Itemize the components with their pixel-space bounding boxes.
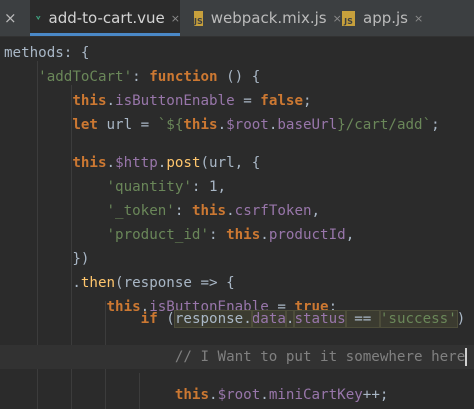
code-token: this xyxy=(191,203,227,219)
code-token: ( xyxy=(157,311,175,327)
tab-label: webpack.mix.js xyxy=(210,9,327,27)
code-line[interactable]: 'product_id': this.productId, xyxy=(0,223,474,247)
code-line[interactable]: let url = `${this.$root.baseUrl}/cart/ad… xyxy=(0,113,474,137)
code-token: post xyxy=(166,155,201,171)
code-token: false xyxy=(260,93,303,109)
js-icon: JS xyxy=(342,10,355,26)
code-token: this xyxy=(174,387,210,403)
code-token: ; xyxy=(431,117,440,133)
code-token: isButtonEnable xyxy=(115,93,235,109)
code-token: methods: { xyxy=(4,45,90,61)
code-token: this xyxy=(72,155,107,171)
code-token: . xyxy=(226,203,235,219)
code-token: data xyxy=(250,310,287,328)
code-token: ++; xyxy=(362,387,389,403)
code-token: . xyxy=(106,155,116,171)
code-token: $http xyxy=(115,155,158,171)
vue-icon xyxy=(36,15,41,21)
code-token: = xyxy=(234,93,261,109)
code-token: status xyxy=(293,310,347,328)
code-token: csrfToken xyxy=(234,203,312,219)
tab-add-to-cart-vue[interactable]: add-to-cart.vue × xyxy=(30,0,180,36)
code-line[interactable]: '_token': this.csrfToken, xyxy=(0,199,474,223)
code-line[interactable]: }) xyxy=(0,247,474,271)
code-token: this xyxy=(183,117,218,133)
tab-close-icon[interactable]: × xyxy=(171,12,180,25)
code-token: productId xyxy=(268,227,346,243)
code-line[interactable]: methods: { xyxy=(0,41,474,65)
tab-close-icon[interactable]: × xyxy=(414,12,423,25)
code-token: . xyxy=(260,227,269,243)
tab-webpack-mix-js[interactable]: JS webpack.mix.js × xyxy=(190,0,342,36)
code-token: == xyxy=(344,310,381,328)
code-token: . xyxy=(106,93,116,109)
code-token: url = xyxy=(97,117,158,133)
js-icon: JS xyxy=(194,10,203,26)
code-token: then xyxy=(80,275,116,291)
code-token: (response => { xyxy=(115,275,235,291)
active-tab-indicator xyxy=(30,33,180,36)
code-token: , xyxy=(311,203,321,219)
tab-label: app.js xyxy=(363,9,408,27)
code-token: 'product_id' xyxy=(106,227,210,243)
code-token: if xyxy=(140,311,158,327)
code-token: : xyxy=(209,227,227,243)
code-token: response. xyxy=(173,310,253,328)
tab-label: add-to-cart.vue xyxy=(48,9,165,27)
code-token: baseUrl xyxy=(277,117,338,133)
editor-tab-bar: × add-to-cart.vue × JS webpack.mix.js × … xyxy=(0,0,474,37)
code-token: . xyxy=(209,387,218,403)
code-token: `${ xyxy=(157,117,184,133)
code-line[interactable]: if (response.data.status == 'success') { xyxy=(0,307,474,331)
code-token: ; xyxy=(303,93,312,109)
code-token: '_token' xyxy=(106,203,175,219)
code-line[interactable]: this.isButtonEnable = false; xyxy=(0,89,474,113)
text-caret xyxy=(465,348,468,366)
code-token: miniCartKey xyxy=(268,387,363,403)
code-token: . xyxy=(4,275,81,291)
code-token: : 1, xyxy=(191,179,227,195)
code-token: $root xyxy=(226,117,269,133)
code-token: 'success' xyxy=(378,310,458,328)
code-token: this xyxy=(72,93,107,109)
code-token: . xyxy=(217,117,227,133)
code-line[interactable]: 'quantity': 1, xyxy=(0,175,474,199)
code-line[interactable]: // I Want to put it somewhere here xyxy=(0,345,474,369)
code-token: : xyxy=(132,69,150,85)
code-token: ) { xyxy=(456,311,474,327)
code-token: }/cart/add` xyxy=(337,117,432,133)
code-editor[interactable]: methods: { 'addToCart': function () { th… xyxy=(0,37,474,409)
code-line[interactable]: .then(response => { xyxy=(0,271,474,295)
code-token: , xyxy=(345,227,355,243)
code-token: (url, { xyxy=(200,155,261,171)
code-line[interactable]: 'addToCart': function () { xyxy=(0,65,474,89)
code-token: let xyxy=(72,117,98,133)
code-token: . xyxy=(260,387,269,403)
code-token: function xyxy=(149,69,218,85)
tab-app-js[interactable]: JS app.js × xyxy=(338,0,438,36)
code-token: 'addToCart' xyxy=(38,69,133,85)
tab-previous-partial[interactable]: × xyxy=(0,0,22,36)
code-token: : xyxy=(174,203,192,219)
code-token: // I Want to put it somewhere here xyxy=(174,349,466,365)
code-token: () { xyxy=(217,69,261,85)
code-token: 'quantity' xyxy=(106,179,192,195)
code-token: $root xyxy=(217,387,261,403)
code-line[interactable]: this.$root.miniCartKey++; xyxy=(0,383,474,407)
code-line[interactable]: this.$http.post(url, { xyxy=(0,151,474,175)
code-token: }) xyxy=(4,251,90,267)
code-token: this xyxy=(226,227,261,243)
tab-close-icon[interactable]: × xyxy=(4,9,17,27)
